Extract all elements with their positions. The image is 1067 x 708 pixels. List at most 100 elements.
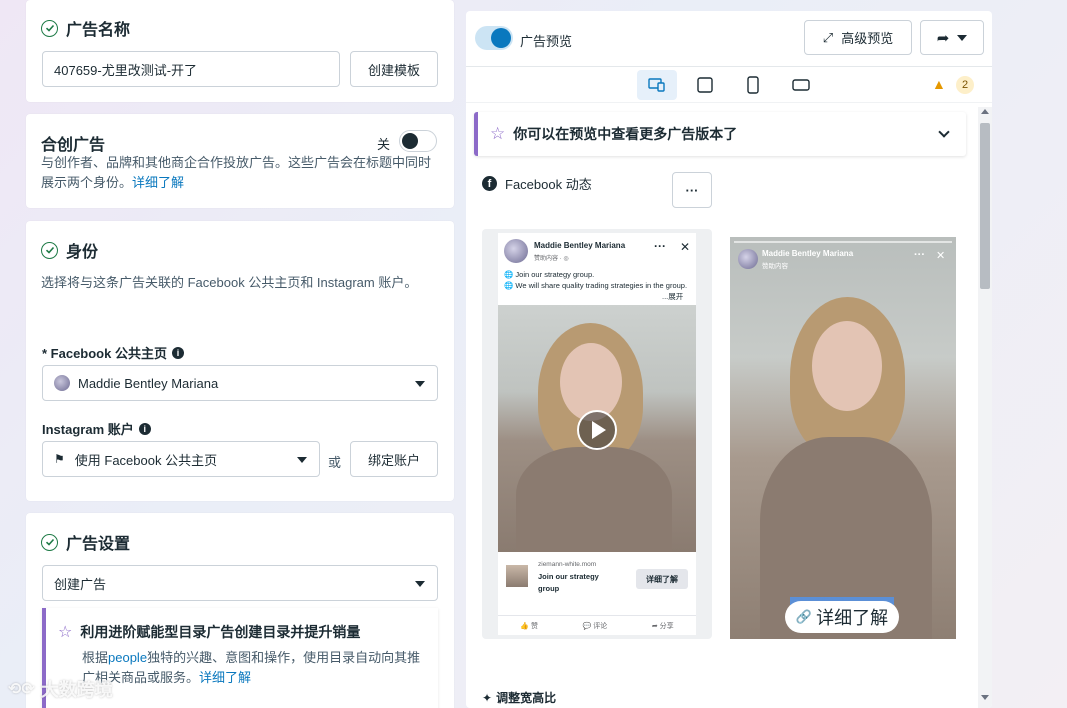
facebook-page-value: Maddie Bentley Mariana xyxy=(78,375,219,391)
partnership-title: 合创广告 xyxy=(41,137,106,154)
vertical-format-icon[interactable] xyxy=(733,70,773,100)
identity-title: 身份 xyxy=(66,244,99,261)
check-circle-icon xyxy=(41,19,58,37)
page-avatar-icon xyxy=(54,375,70,391)
device-switcher: ▲ 2 xyxy=(466,67,992,103)
scroll-up-arrow[interactable] xyxy=(981,109,989,114)
cta-learn-more-button[interactable]: 详细了解 xyxy=(636,569,688,589)
expand-icon: ⤢ xyxy=(822,29,834,45)
create-template-button[interactable]: 创建模板 xyxy=(350,51,438,87)
ad-preview-toggle[interactable] xyxy=(475,26,513,50)
like-button[interactable]: 👍 赞 xyxy=(520,621,538,631)
banner-text: 你可以在预览中查看更多广告版本了 xyxy=(513,126,738,142)
expand-link[interactable]: ...展开 xyxy=(662,291,683,302)
comment-button[interactable]: 💬 评论 xyxy=(583,621,608,631)
all-devices-icon[interactable] xyxy=(637,70,677,100)
close-icon[interactable]: ✕ xyxy=(936,249,945,262)
close-icon[interactable]: ✕ xyxy=(680,240,690,254)
watermark-logo-icon: ⟲⟳ xyxy=(8,681,35,698)
partnership-toggle[interactable] xyxy=(399,130,437,152)
feed-preview-screen: Maddie Bentley Mariana 赞助内容 · ◎ ··· ✕ 🌐 … xyxy=(498,233,696,635)
scrollbar-thumb[interactable] xyxy=(980,123,990,289)
feed-page-name: Maddie Bentley Mariana xyxy=(534,241,626,250)
cta-strip: ziemann-white.mom Join our strategy grou… xyxy=(498,555,696,605)
advanced-preview-button[interactable]: ⤢ 高级预览 xyxy=(804,20,912,55)
instagram-account-value: 使用 Facebook 公共主页 xyxy=(74,452,218,468)
warning-icon[interactable]: ▲ xyxy=(932,76,946,92)
story-avatar xyxy=(738,249,758,269)
identity-card: 身份 选择将与这条广告关联的 Facebook 公共主页和 Instagram … xyxy=(26,221,454,501)
ad-name-title: 广告名称 xyxy=(66,22,131,39)
facebook-icon: f xyxy=(482,176,497,191)
cta-domain: ziemann-white.mom xyxy=(538,561,597,568)
watermark: ⟲⟳ 大数跨境 xyxy=(8,680,113,700)
instagram-account-select[interactable]: ⚑ 使用 Facebook 公共主页 xyxy=(42,441,320,477)
page-avatar xyxy=(504,239,528,263)
share-icon: ➦ xyxy=(936,29,950,47)
left-panel: 广告名称 407659-尤里改测试-开了 创建模板 合创广告 关 与创作者、品牌… xyxy=(26,0,454,708)
more-icon[interactable]: ··· xyxy=(654,239,666,253)
chevron-down-icon xyxy=(415,581,425,587)
partnership-description: 与创作者、品牌和其他商企合作投放广告。这些广告会在标题中同时展示两个身份。详细了… xyxy=(41,155,432,190)
chevron-down-icon[interactable] xyxy=(938,126,950,138)
info-icon[interactable]: i xyxy=(138,422,151,435)
ad-settings-header: 广告设置 xyxy=(41,530,130,554)
story-sponsored: 赞助内容 xyxy=(762,263,788,270)
catalog-promo-title: 利用进阶赋能型目录广告创建目录并提升销量 xyxy=(80,624,361,640)
chevron-down-icon xyxy=(297,457,307,463)
star-icon: ☆ xyxy=(58,624,73,641)
feed-preview: Maddie Bentley Mariana 赞助内容 · ◎ ··· ✕ 🌐 … xyxy=(482,229,712,639)
ad-preview-panel: 广告预览 ⤢ 高级预览 ➦ ▲ 2 ☆ 你可以在预览中查看更多广告版本了 f F… xyxy=(466,11,992,708)
flag-icon: ⚑ xyxy=(54,452,65,466)
check-circle-icon xyxy=(41,241,58,259)
share-menu-button[interactable]: ➦ xyxy=(920,20,984,55)
partnership-learn-more-link[interactable]: 详细了解 xyxy=(132,175,184,190)
info-icon[interactable]: i xyxy=(171,346,184,359)
feed-sponsored: 赞助内容 · ◎ xyxy=(534,256,569,262)
story-preview: Maddie Bentley Mariana 赞助内容 ··· ✕ zieman… xyxy=(730,237,956,639)
ad-settings-select-value: 创建广告 xyxy=(54,576,107,592)
ad-name-card: 广告名称 407659-尤里改测试-开了 创建模板 xyxy=(26,0,454,102)
catalog-learn-more-link[interactable]: 详细了解 xyxy=(199,670,251,685)
ad-name-input[interactable]: 407659-尤里改测试-开了 xyxy=(42,51,340,87)
chevron-down-icon xyxy=(957,34,968,41)
ad-settings-select[interactable]: 创建广告 xyxy=(42,565,438,601)
more-versions-banner[interactable]: ☆ 你可以在预览中查看更多广告版本了 xyxy=(474,112,966,156)
reaction-bar: 👍 赞 💬 评论 ➦ 分享 xyxy=(498,615,696,635)
more-options-button[interactable]: ··· xyxy=(672,172,712,208)
identity-header: 身份 xyxy=(41,238,98,262)
partnership-card: 合创广告 关 与创作者、品牌和其他商企合作投放广告。这些广告会在标题中同时展示两… xyxy=(26,114,454,208)
facebook-page-select[interactable]: Maddie Bentley Mariana xyxy=(42,365,438,401)
link-icon: 🔗 xyxy=(795,609,813,624)
ad-settings-title: 广告设置 xyxy=(66,536,131,553)
square-format-icon[interactable] xyxy=(685,70,725,100)
horizontal-format-icon[interactable] xyxy=(781,70,821,100)
story-video[interactable]: Maddie Bentley Mariana 赞助内容 ··· ✕ zieman… xyxy=(730,237,956,639)
more-icon[interactable]: ··· xyxy=(914,249,925,261)
story-cta-button[interactable]: 🔗 详细了解 xyxy=(785,601,899,633)
ad-name-header: 广告名称 xyxy=(41,16,130,40)
aspect-ratio-chip[interactable]: ✦ 调整宽高比 xyxy=(482,689,556,706)
bind-account-button[interactable]: 绑定账户 xyxy=(350,441,438,477)
cta-thumbnail xyxy=(506,565,528,587)
instagram-account-label: Instagram 账户 i xyxy=(42,419,151,438)
facebook-page-label: * Facebook 公共主页 i xyxy=(42,343,184,362)
star-icon: ☆ xyxy=(490,124,506,143)
preview-scrollbar[interactable] xyxy=(978,107,992,708)
preview-topbar: 广告预览 ⤢ 高级预览 ➦ xyxy=(466,11,992,67)
check-circle-icon xyxy=(41,533,58,551)
partnership-toggle-label: 关 xyxy=(377,137,391,152)
story-page-name: Maddie Bentley Mariana xyxy=(762,249,854,258)
cta-title: Join our strategy group xyxy=(538,572,599,593)
chevron-down-icon xyxy=(415,381,425,387)
share-button[interactable]: ➦ 分享 xyxy=(652,621,674,631)
warning-count-badge[interactable]: 2 xyxy=(956,76,974,94)
feed-video[interactable] xyxy=(498,305,696,552)
story-progress-bar xyxy=(734,241,952,243)
identity-description: 选择将与这条广告关联的 Facebook 公共主页和 Instagram 账户。 xyxy=(41,275,418,290)
ad-preview-label: 广告预览 xyxy=(520,34,573,49)
scroll-down-arrow[interactable] xyxy=(981,695,989,700)
catalog-promo-description: 根据people独特的兴趣、意图和操作，使用目录自动向其推广相关商品或服务。详细… xyxy=(82,650,421,685)
play-icon[interactable] xyxy=(577,410,617,450)
people-link[interactable]: people xyxy=(108,650,147,665)
